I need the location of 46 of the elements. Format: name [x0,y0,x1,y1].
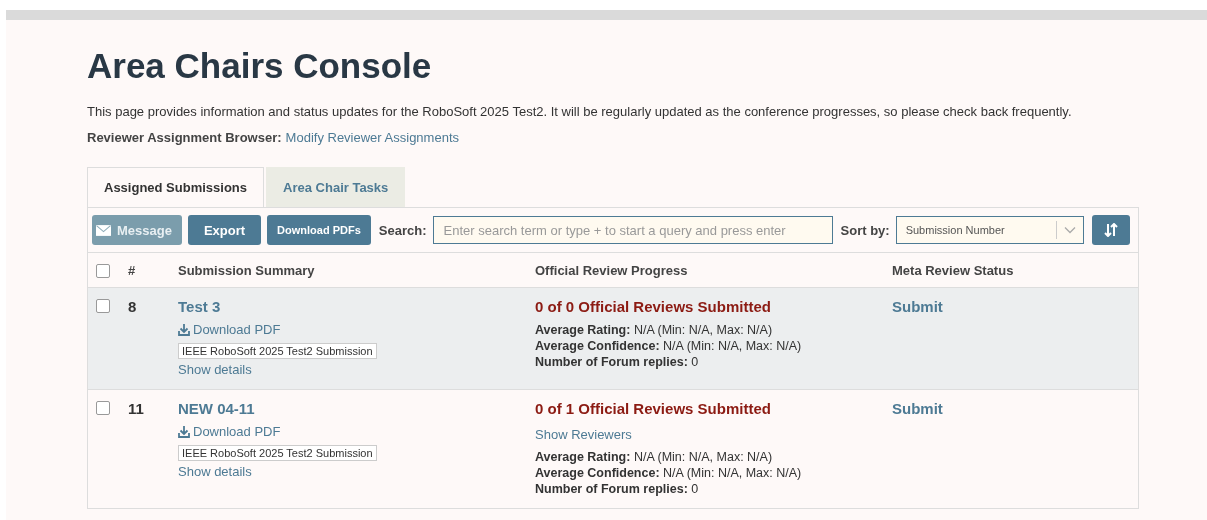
sort-label: Sort by: [840,222,890,238]
download-icon [178,425,190,438]
assignment-label: Reviewer Assignment Browser: [87,130,282,145]
submission-number: 11 [128,400,145,417]
submission-title-link[interactable]: Test 3 [178,298,221,315]
review-progress: 0 of 1 Official Reviews Submitted [535,400,771,417]
sort-order-button[interactable] [1091,215,1130,245]
select-all-checkbox[interactable] [96,264,110,278]
download-pdfs-button[interactable]: Download PDFs [267,215,371,245]
column-header: Submission Summary [178,263,316,278]
chevron-down-icon [1063,226,1076,234]
review-stat: Average Rating: N/A (Min: N/A, Max: N/A) [535,450,774,464]
venue-tag: IEEE RoboSoft 2025 Test2 Submission [178,343,377,359]
column-header: Meta Review Status [892,263,1015,278]
page-title: Area Chairs Console [87,46,433,86]
show-reviewers-link[interactable]: Show Reviewers [535,427,632,442]
download-icon [178,323,190,336]
sort-dropdown[interactable]: Submission Number [895,216,1084,244]
search-label: Search: [378,222,427,238]
row-checkbox[interactable] [96,401,110,415]
review-stat: Average Confidence: N/A (Min: N/A, Max: N/A) [535,339,802,353]
download-pdf-link[interactable]: Download PDF [178,322,281,337]
envelope-icon [96,224,111,236]
review-stat: Average Rating: N/A (Min: N/A, Max: N/A) [535,323,774,337]
review-stat: Average Confidence: N/A (Min: N/A, Max: N/A) [535,466,802,480]
submission-title-link[interactable]: NEW 04-11 [178,400,255,417]
review-stat: Number of Forum replies: 0 [535,355,700,369]
show-details-link[interactable]: Show details [178,464,252,479]
submission-number: 8 [128,298,138,315]
sort-arrows-icon [1103,223,1118,237]
page-description: This page provides information and status updates for the RoboSoft 2025 Test2. It will be regularly updated as the conference progresses, so please check back frequently. [87,104,1073,119]
show-details-link[interactable]: Show details [178,362,252,377]
submit-meta-review-link[interactable]: Submit [892,298,943,315]
download-pdf-link[interactable]: Download PDF [178,424,281,439]
row-checkbox[interactable] [96,299,110,313]
column-header: # [128,263,137,278]
submit-meta-review-link[interactable]: Submit [892,400,943,417]
column-header: Official Review Progress [535,263,689,278]
export-button[interactable]: Export [187,215,262,245]
venue-tag: IEEE RoboSoft 2025 Test2 Submission [178,445,377,461]
review-progress: 0 of 0 Official Reviews Submitted [535,298,771,315]
tab[interactable]: Assigned Submissions [87,167,265,207]
tab[interactable]: Area Chair Tasks [266,167,406,207]
review-stat: Number of Forum replies: 0 [535,482,700,496]
modify-assignments-link[interactable]: Modify Reviewer Assignments [285,130,459,145]
search-field[interactable]: Enter search term or type + to start a query and press enter [432,216,833,244]
